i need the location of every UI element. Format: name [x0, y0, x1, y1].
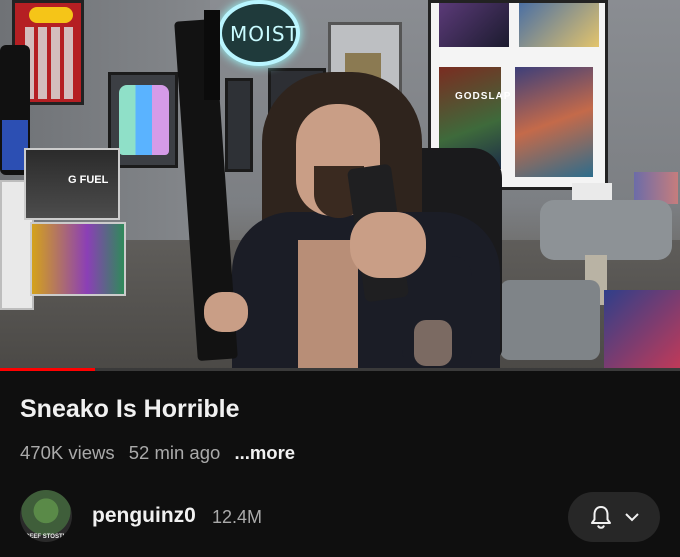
gfuel-display [30, 222, 126, 296]
video-progress-fill [0, 368, 96, 371]
view-count: 470K views [20, 442, 115, 463]
arm-tattoo [414, 320, 452, 366]
neon-sign: MOIST [218, 0, 300, 66]
channel-row: BEEF STOSTH penguinz0 12.4M [20, 490, 660, 544]
person-hand [350, 212, 426, 278]
cat-tree-base [500, 280, 600, 360]
video-metadata[interactable]: 470K views 52 min ago ...more [20, 442, 304, 464]
chevron-down-icon [624, 510, 640, 528]
subscriber-count: 12.4M [212, 507, 263, 527]
neon-sign-text: MOIST [230, 22, 299, 46]
avatar-caption: BEEF STOSTH [25, 534, 67, 540]
video-player[interactable]: MOIST GODSLAP G FUEL [0, 0, 680, 370]
video-title: Sneako Is Horrible [20, 395, 240, 423]
merch-boxes [604, 290, 680, 370]
cat-tree [540, 200, 672, 260]
rifle-barrel [204, 10, 220, 100]
more-link[interactable]: ...more [234, 442, 295, 463]
wall-frame [225, 78, 253, 172]
upload-age: 52 min ago [128, 442, 221, 463]
channel-name[interactable]: penguinz0 [92, 504, 196, 528]
gfuel-label: G FUEL [68, 174, 109, 186]
person-chest [298, 240, 358, 370]
person-hand [204, 292, 248, 332]
video-progress-bar[interactable] [0, 368, 680, 371]
avatar[interactable]: BEEF STOSTH [20, 490, 72, 542]
poster-text: GODSLAP [455, 91, 512, 102]
bell-icon [590, 505, 612, 534]
notification-button[interactable] [568, 492, 660, 542]
gfuel-display: G FUEL [24, 148, 120, 220]
